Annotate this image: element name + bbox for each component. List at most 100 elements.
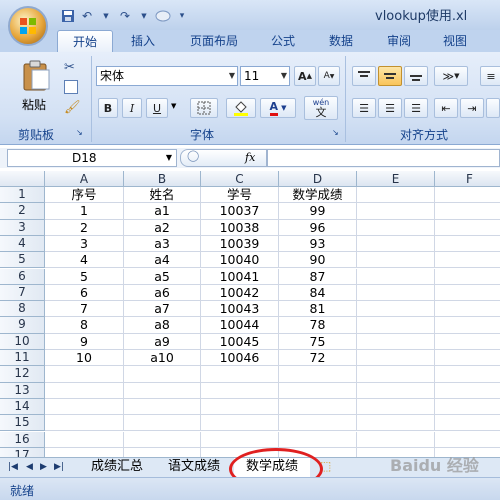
orientation-dropdown-icon[interactable]: ▼: [454, 72, 459, 80]
cell-b4[interactable]: a3: [124, 235, 201, 253]
italic-button[interactable]: I: [122, 98, 142, 118]
cell-e11[interactable]: [357, 350, 435, 367]
cell-d1[interactable]: 数学成绩: [279, 187, 357, 204]
cell-c12[interactable]: [201, 366, 279, 383]
tab-formulas[interactable]: 公式: [262, 30, 304, 52]
cell-d3[interactable]: 96: [279, 219, 357, 236]
tab-review[interactable]: 审阅: [378, 30, 420, 52]
cell-f3[interactable]: [435, 220, 500, 236]
save-icon[interactable]: [60, 8, 76, 24]
cell-b5[interactable]: a4: [124, 252, 201, 269]
underline-dropdown-icon[interactable]: ▼: [171, 102, 176, 110]
cell-c2[interactable]: 10037: [201, 203, 279, 220]
sheet-tab-summary[interactable]: 成绩汇总: [80, 458, 154, 477]
cell-a14[interactable]: [45, 398, 124, 416]
cell-f5[interactable]: [435, 252, 500, 269]
cell-d12[interactable]: [279, 366, 357, 383]
cell-f13[interactable]: [435, 383, 500, 399]
cell-b1[interactable]: 姓名: [124, 187, 201, 204]
cell-a10[interactable]: 9: [45, 333, 124, 350]
cell-b6[interactable]: a5: [124, 268, 201, 285]
clipboard-launcher-icon[interactable]: ↘: [76, 128, 83, 137]
cell-f6[interactable]: [435, 269, 500, 285]
cell-b9[interactable]: a8: [124, 317, 201, 334]
cell-d7[interactable]: 84: [279, 284, 357, 302]
font-size-dropdown-icon[interactable]: ▼: [281, 67, 287, 85]
cell-d6[interactable]: 87: [279, 268, 357, 285]
align-top-button[interactable]: [352, 66, 376, 86]
cell-f9[interactable]: [435, 317, 500, 334]
cell-e3[interactable]: [357, 219, 435, 236]
borders-button[interactable]: [190, 98, 218, 118]
cell-d16[interactable]: [279, 431, 357, 448]
column-header-d[interactable]: D: [279, 171, 357, 187]
cell-a15[interactable]: [45, 415, 124, 432]
font-color-dropdown-icon[interactable]: ▼: [281, 104, 286, 112]
insert-sheet-icon[interactable]: ⬚: [320, 459, 331, 473]
tab-home[interactable]: 开始: [57, 30, 113, 52]
tab-view[interactable]: 视图: [434, 30, 476, 52]
row-header-12[interactable]: 12: [0, 366, 45, 383]
cell-b13[interactable]: [124, 382, 201, 399]
tab-insert[interactable]: 插入: [119, 30, 167, 52]
cell-f16[interactable]: [435, 432, 500, 448]
cell-a5[interactable]: 4: [45, 252, 124, 269]
cell-f15[interactable]: [435, 415, 500, 432]
row-header-16[interactable]: 16: [0, 431, 45, 448]
cell-d17[interactable]: [279, 447, 357, 457]
select-all-corner[interactable]: [0, 171, 45, 187]
font-color-button[interactable]: A ▼: [260, 98, 296, 118]
cell-c17[interactable]: [201, 447, 279, 457]
cell-c6[interactable]: 10041: [201, 268, 279, 285]
column-header-f[interactable]: F: [435, 171, 500, 187]
align-center-button[interactable]: ☰: [378, 98, 402, 118]
cell-a6[interactable]: 5: [45, 268, 124, 285]
cell-d4[interactable]: 93: [279, 235, 357, 253]
cell-a2[interactable]: 1: [45, 203, 124, 220]
row-header-7[interactable]: 7: [0, 284, 45, 302]
cell-a1[interactable]: 序号: [45, 187, 124, 204]
grow-font-button[interactable]: A ▲: [294, 66, 316, 86]
row-header-2[interactable]: 2: [0, 203, 45, 220]
cell-c14[interactable]: [201, 398, 279, 416]
cell-b3[interactable]: a2: [124, 219, 201, 236]
font-name-dropdown-icon[interactable]: ▼: [229, 67, 235, 85]
fx-icon[interactable]: fx: [245, 151, 255, 164]
cell-a3[interactable]: 2: [45, 219, 124, 236]
row-header-10[interactable]: 10: [0, 333, 45, 350]
cell-e4[interactable]: [357, 235, 435, 253]
cell-c16[interactable]: [201, 431, 279, 448]
cell-c15[interactable]: [201, 415, 279, 432]
cell-d13[interactable]: [279, 382, 357, 399]
phonetic-guide-button[interactable]: wén 文: [304, 96, 338, 120]
redo-icon[interactable]: ↷: [117, 8, 133, 24]
cell-b14[interactable]: [124, 398, 201, 416]
format-painter-icon[interactable]: 🖌: [64, 100, 81, 115]
cell-a4[interactable]: 3: [45, 235, 124, 253]
cell-a12[interactable]: [45, 366, 124, 383]
decrease-indent-button[interactable]: ⇤: [434, 98, 458, 118]
column-header-e[interactable]: E: [357, 171, 435, 187]
fill-color-button[interactable]: [226, 98, 256, 118]
row-header-5[interactable]: 5: [0, 252, 45, 269]
row-header-15[interactable]: 15: [0, 415, 45, 432]
cell-d2[interactable]: 99: [279, 203, 357, 220]
cell-f11[interactable]: [435, 350, 500, 367]
cell-f4[interactable]: [435, 236, 500, 253]
cell-e6[interactable]: [357, 268, 435, 285]
cell-b12[interactable]: [124, 366, 201, 383]
row-header-4[interactable]: 4: [0, 235, 45, 253]
cell-c4[interactable]: 10039: [201, 235, 279, 253]
cell-f10[interactable]: [435, 334, 500, 350]
prev-sheet-icon[interactable]: ◀: [26, 462, 33, 472]
formula-expand-icon[interactable]: ◯: [187, 149, 199, 162]
cell-a13[interactable]: [45, 382, 124, 399]
cell-b11[interactable]: a10: [124, 350, 201, 367]
shrink-font-button[interactable]: A ▼: [318, 66, 340, 86]
cell-e12[interactable]: [357, 366, 435, 383]
align-left-button[interactable]: ☰: [352, 98, 376, 118]
customize-qat-icon[interactable]: [155, 8, 171, 24]
row-header-9[interactable]: 9: [0, 317, 45, 334]
align-middle-button[interactable]: [378, 66, 402, 86]
row-header-3[interactable]: 3: [0, 219, 45, 236]
